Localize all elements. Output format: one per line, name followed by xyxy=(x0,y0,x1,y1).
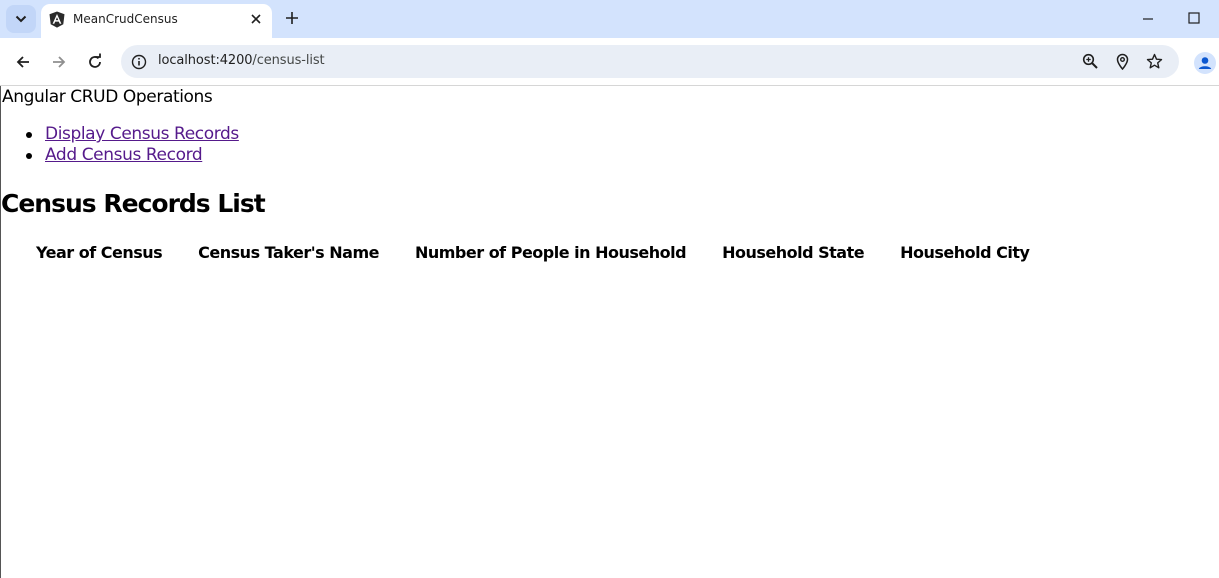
new-tab-plus-icon[interactable] xyxy=(284,10,300,26)
column-header-taker-name: Census Taker's Name xyxy=(198,243,379,262)
census-records-table: Year of Census Census Taker's Name Numbe… xyxy=(18,239,1047,266)
tab-title: MeanCrudCensus xyxy=(73,12,178,26)
column-header-household-size: Number of People in Household xyxy=(414,243,687,262)
page-content: Angular CRUD Operations Display Census R… xyxy=(0,86,1219,578)
column-header-state: Household State xyxy=(722,243,865,262)
profile-avatar-icon[interactable] xyxy=(1194,52,1216,74)
back-arrow-icon[interactable] xyxy=(14,53,32,71)
tab-search-button[interactable] xyxy=(6,5,36,33)
page-title: Census Records List xyxy=(1,189,266,218)
minimize-icon[interactable] xyxy=(1141,12,1155,26)
column-header-year: Year of Census xyxy=(36,243,163,262)
window-edge xyxy=(0,86,1,578)
active-tab[interactable]: MeanCrudCensus xyxy=(41,4,272,38)
table-header-row: Year of Census Census Taker's Name Numbe… xyxy=(18,239,1047,266)
zoom-icon[interactable] xyxy=(1082,53,1099,70)
site-info-icon[interactable] xyxy=(131,54,147,70)
display-census-records-link[interactable]: Display Census Records xyxy=(45,124,239,144)
reload-icon[interactable] xyxy=(86,53,104,71)
app-title: Angular CRUD Operations xyxy=(2,87,213,107)
maximize-icon[interactable] xyxy=(1187,11,1201,25)
address-bar[interactable]: localhost:4200/census-list xyxy=(121,45,1179,78)
url-host: localhost:4200 xyxy=(158,53,253,68)
close-icon[interactable] xyxy=(249,12,263,26)
forward-arrow-icon[interactable] xyxy=(50,53,68,71)
add-census-record-link[interactable]: Add Census Record xyxy=(45,145,203,165)
chevron-down-icon xyxy=(15,15,27,23)
url-text[interactable]: localhost:4200/census-list xyxy=(158,53,325,68)
column-header-city: Household City xyxy=(900,243,1030,262)
bookmark-star-icon[interactable] xyxy=(1146,53,1163,70)
angular-logo-icon xyxy=(49,11,65,28)
location-pin-icon[interactable] xyxy=(1114,53,1131,70)
tab-strip: MeanCrudCensus xyxy=(0,0,1219,38)
browser-toolbar: localhost:4200/census-list xyxy=(0,38,1219,86)
url-path: /census-list xyxy=(252,53,325,68)
